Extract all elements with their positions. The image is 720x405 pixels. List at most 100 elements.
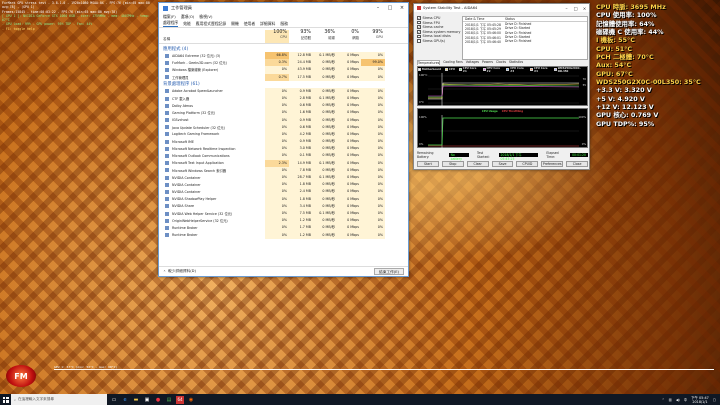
process-row[interactable]: Microsoft Text Input Application 2.3% 14.9… xyxy=(159,159,408,167)
graph-tab[interactable]: Temperatures xyxy=(417,60,441,65)
network-icon[interactable]: ▥ xyxy=(669,398,672,402)
process-row[interactable]: NVIDIA Web Helper Service (32 位元) 0% 7.5 M… xyxy=(159,209,408,218)
process-group-header[interactable]: 背景處理程序 (61) xyxy=(159,81,408,88)
tab-performance[interactable]: 效能 xyxy=(183,21,191,27)
process-row[interactable]: NVIDIA Container 0% 1.8 MB 0 MB/秒 0 Mbps 0% xyxy=(159,181,408,189)
tab-processes[interactable]: 處理程序 xyxy=(163,20,179,27)
legend-item[interactable]: CPU Core #2 xyxy=(482,67,503,73)
clock[interactable]: 下午 05:47 2018/1/1 xyxy=(691,396,709,404)
tab-services[interactable]: 服務 xyxy=(280,21,288,27)
input-language[interactable]: 中 xyxy=(684,397,687,402)
process-row[interactable]: Logitech Gaming Framework 0% 4.2 MB 0 MB/秒 0… xyxy=(159,130,408,139)
legend-item[interactable]: WDS250G2X0C-00L350 xyxy=(553,67,587,73)
volume-icon[interactable]: ◀) xyxy=(676,398,680,402)
close-icon[interactable]: × xyxy=(396,5,408,11)
menu-view[interactable]: 檢視(V) xyxy=(199,14,212,20)
process-row[interactable]: NVIDIA Container 0% 2.4 MB 0 MB/秒 0 Mbps 0% xyxy=(159,188,408,196)
task-manager-window[interactable]: 工作管理員 – □ × 檔案(F) 選項(O) 檢視(V) 處理程序 效能 應用… xyxy=(158,2,409,277)
disk-column-header[interactable]: 36% 磁碟 xyxy=(313,30,337,43)
stability-titlebar[interactable]: System Stability Test - AIDA64 – □ × xyxy=(414,4,589,12)
process-row[interactable]: Microsoft IME 0% 0.9 MB 0 MB/秒 0 Mbps 0% xyxy=(159,138,408,146)
legend-item[interactable]: CPU Core #3 xyxy=(506,67,526,73)
tab-startup[interactable]: 開機 xyxy=(231,21,239,27)
task-manager-titlebar[interactable]: 工作管理員 – □ × xyxy=(159,3,408,13)
memory-column-header[interactable]: 93% 記憶體 xyxy=(289,30,313,43)
legend-item[interactable]: CPU Core #4 xyxy=(530,67,550,73)
task-view-icon[interactable]: ▭ xyxy=(110,396,118,404)
graph-tab[interactable]: Voltages xyxy=(466,60,479,65)
task-manager-taskbar-icon[interactable]: ▤ xyxy=(165,396,173,404)
process-row[interactable]: NVIDIA ShadowPlay Helper 0% 1.8 MB 0 MB/秒 0 … xyxy=(159,195,408,203)
graph-tab[interactable]: Powers xyxy=(482,60,493,65)
notification-icon[interactable]: ▢ xyxy=(713,398,716,402)
save-button[interactable]: Save xyxy=(491,161,514,167)
minimize-icon[interactable]: – xyxy=(372,5,384,11)
stress-option[interactable]: Stress FPU xyxy=(417,21,440,25)
process-row[interactable]: NVIDIA Share 0% 3.4 MB 0 MB/秒 0 Mbps 0% xyxy=(159,202,408,210)
furmark-taskbar-icon[interactable]: ◉ xyxy=(187,396,195,404)
checkbox-checked-icon[interactable]: ✓ xyxy=(417,16,421,20)
legend-item[interactable]: CPU xyxy=(445,68,455,71)
process-row[interactable]: FurMark - Geeks3D.com (32 位元) 0.3% 24.4 MB… xyxy=(159,59,408,67)
process-row[interactable]: Microsoft Network Realtime Inspection 0% 3… xyxy=(159,145,408,153)
tab-details[interactable]: 詳細資料 xyxy=(260,21,275,27)
menu-options[interactable]: 選項(O) xyxy=(181,14,195,20)
chevron-up-icon[interactable]: ⌃ xyxy=(163,270,166,274)
fewer-details-link[interactable]: 較少詳細資料(D) xyxy=(168,269,196,274)
store-icon[interactable]: ▣ xyxy=(143,396,151,404)
stress-option[interactable]: Stress local disks xyxy=(417,34,451,38)
tab-users[interactable]: 使用者 xyxy=(244,21,255,27)
process-row[interactable]: Microsoft Windows Search 索引器 0% 7.8 MB 0 MB… xyxy=(159,166,408,174)
graph-tab[interactable]: Clocks xyxy=(496,60,506,65)
process-row[interactable]: Runtime Broker 0% 1.7 MB 0 MB/秒 0 Mbps 0% xyxy=(159,224,408,232)
start-button[interactable]: Start xyxy=(417,161,439,167)
process-group-header[interactable]: 應用程式 (4) xyxy=(159,45,408,52)
network-column-header[interactable]: 0% 網路 xyxy=(337,30,361,43)
process-row[interactable]: NVIDIA Container 0% 28.7 MB 0.1 MB/秒 0 Mbps 0… xyxy=(159,174,408,182)
start-button[interactable] xyxy=(0,394,11,405)
process-row[interactable]: Java Update Scheduler (32 位元) 0% 0.6 MB 0 M… xyxy=(159,123,408,131)
cpuid-button[interactable]: CPUID xyxy=(516,161,539,167)
process-row[interactable]: Adobe Acrobat SpeedLauncher 0% 0.9 MB 0 MB/… xyxy=(159,87,408,95)
file-explorer-icon[interactable]: ▬ xyxy=(132,396,140,404)
gpu-column-header[interactable]: 99% GPU xyxy=(361,30,385,43)
close-icon[interactable]: × xyxy=(580,6,589,11)
stress-option[interactable]: ✓ Stress system memory xyxy=(417,30,460,34)
tab-app-history[interactable]: 應用程式歷程記錄 xyxy=(196,21,226,27)
checkbox-icon[interactable] xyxy=(417,20,421,25)
checkbox-checked-icon[interactable]: ✓ xyxy=(417,30,421,34)
stress-option[interactable]: ✓ Stress cache xyxy=(417,25,443,29)
checkbox-icon[interactable] xyxy=(417,34,421,39)
clear-button[interactable]: Clear xyxy=(466,161,489,167)
cpu-column-header[interactable]: 100% CPU xyxy=(265,30,289,43)
menu-file[interactable]: 檔案(F) xyxy=(163,14,176,20)
close-button[interactable]: Close xyxy=(566,161,589,167)
legend-item[interactable]: Motherboard xyxy=(418,68,441,71)
edge-icon[interactable]: e xyxy=(121,396,129,404)
process-row[interactable]: Gaming Platform (32 位元) 0% 1.6 MB 0 MB/秒 0 M… xyxy=(159,109,408,117)
stability-test-window[interactable]: System Stability Test - AIDA64 – □ × ✓ St… xyxy=(413,3,590,170)
preferences-button[interactable]: Preferences xyxy=(541,161,564,167)
chevron-up-icon[interactable]: ⌃ xyxy=(662,398,665,402)
process-row[interactable]: 工作管理員 0.7% 17.5 MB 0 MB/秒 0 Mbps 0% xyxy=(159,73,408,81)
graph-tab[interactable]: Statistics xyxy=(509,60,523,65)
taskbar-search[interactable]: ⌕ 在這裡輸入文字來搜尋 xyxy=(11,394,107,405)
legend-item[interactable]: CPU Core #1 xyxy=(458,67,479,73)
chrome-icon[interactable]: ● xyxy=(154,396,162,404)
stop-button[interactable]: Stop xyxy=(441,161,464,167)
aida64-taskbar-icon[interactable]: 64 xyxy=(176,395,184,404)
graph-tab[interactable]: Cooling Fans xyxy=(443,60,463,65)
process-row[interactable]: Runtime Broker 0% 1.2 MB 0 MB/秒 0 Mbps 0% xyxy=(159,231,408,239)
process-row[interactable]: AIDA64 Extreme (32 位元) (3) 66.8% 12.8 MB 0.… xyxy=(159,52,408,60)
process-row[interactable]: IGSvchost 0% 0.9 MB 0 MB/秒 0 Mbps 0% xyxy=(159,116,408,124)
checkbox-checked-icon[interactable]: ✓ xyxy=(417,25,421,29)
process-row[interactable]: Windows 檔案總管 (Explorer) 0% 43.9 MB 0 MB/秒 0 … xyxy=(159,66,408,74)
stress-option[interactable]: Stress GPU(s) xyxy=(417,39,445,43)
maximize-icon[interactable]: □ xyxy=(384,5,396,11)
process-row[interactable]: Microsoft Outlook Communications 0% 0.1 MB… xyxy=(159,152,408,160)
name-column-header[interactable]: 名稱 xyxy=(159,30,265,43)
maximize-icon[interactable]: □ xyxy=(571,6,580,11)
checkbox-icon[interactable] xyxy=(417,39,421,43)
process-row[interactable]: Dolby Atmos 0% 0.6 MB 0 MB/秒 0 Mbps 0% xyxy=(159,102,408,110)
process-row[interactable]: OriginWebHelperService (32 位元) 0% 1.2 MB 0 … xyxy=(159,217,408,225)
